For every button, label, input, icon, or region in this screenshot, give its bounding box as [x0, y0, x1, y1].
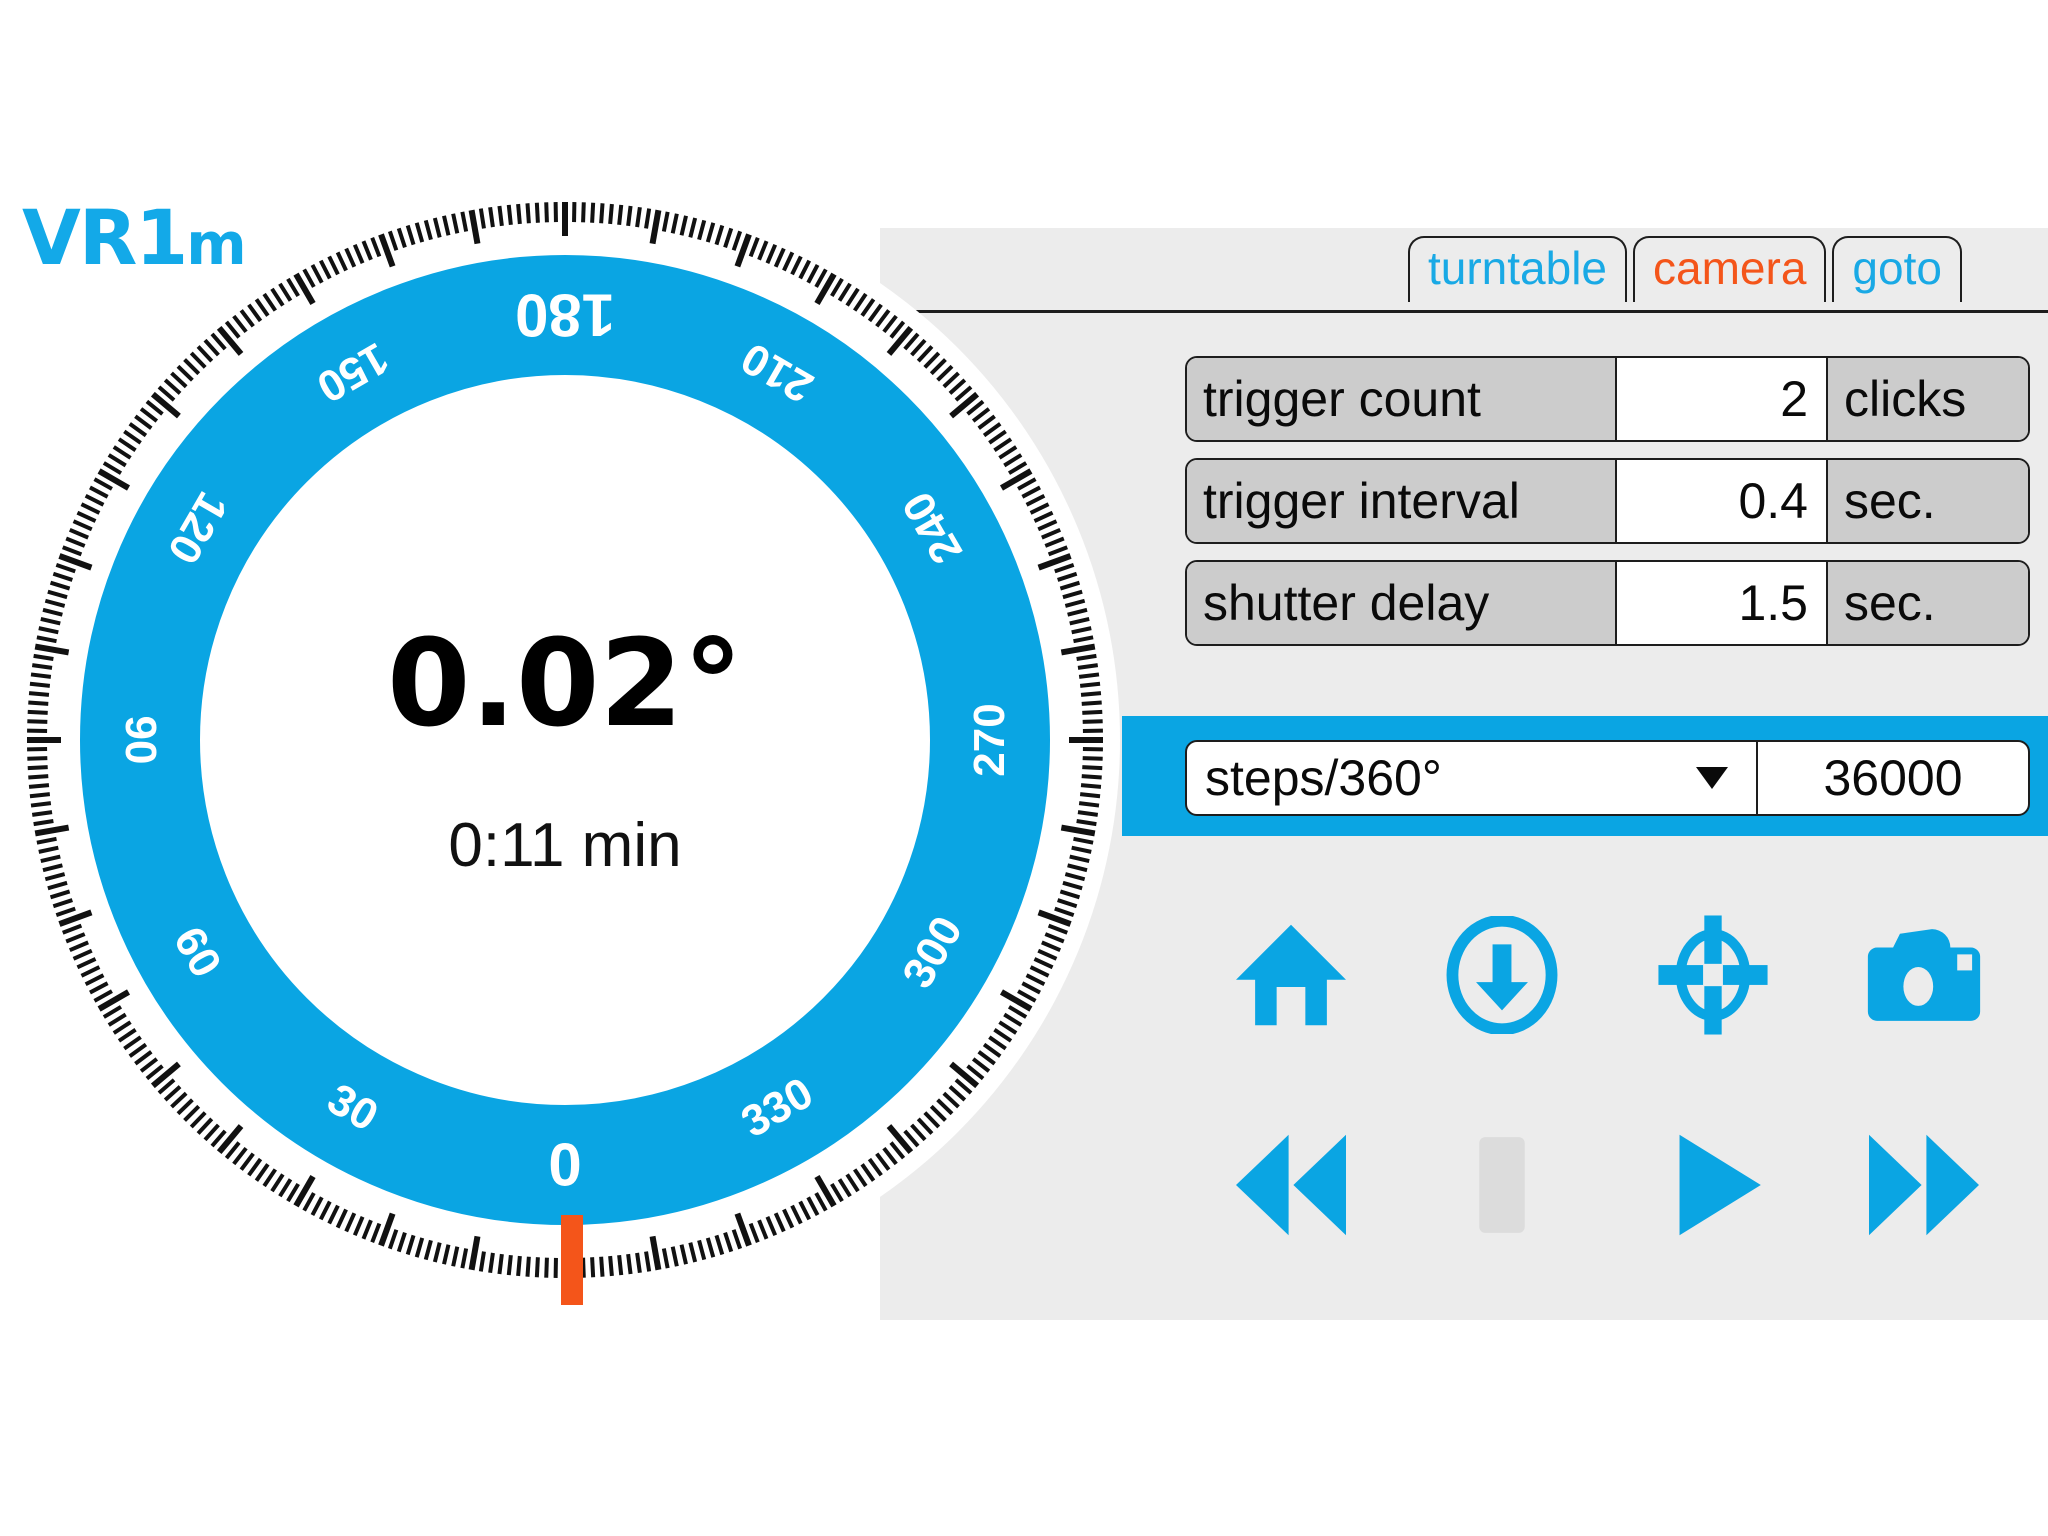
trigger-interval-label: trigger interval — [1187, 460, 1617, 542]
tab-bar: turntable camera goto — [1408, 236, 1962, 303]
camera-button[interactable] — [1819, 900, 2030, 1050]
tab-camera-label: camera — [1653, 242, 1807, 294]
dial-label-180: 180 — [514, 281, 616, 349]
dial-position-marker — [561, 1215, 583, 1305]
time-readout: 0:11 min — [448, 811, 682, 880]
rewind-icon — [1235, 1134, 1346, 1236]
transport-button-row — [1185, 1110, 2030, 1260]
play-button[interactable] — [1608, 1110, 1819, 1260]
play-icon — [1679, 1134, 1761, 1236]
tab-camera[interactable]: camera — [1633, 236, 1827, 303]
trigger-interval-unit: sec. — [1828, 460, 2028, 542]
download-icon — [1446, 916, 1558, 1034]
fast-forward-icon — [1869, 1134, 1980, 1236]
trigger-count-unit: clicks — [1828, 358, 2028, 440]
steps-dropdown[interactable]: steps/360° — [1187, 742, 1758, 814]
shutter-delay-label: shutter delay — [1187, 562, 1617, 644]
shutter-delay-unit: sec. — [1828, 562, 2028, 644]
stop-icon — [1479, 1137, 1525, 1233]
tab-turntable-label: turntable — [1428, 242, 1608, 294]
steps-value-input[interactable]: 36000 — [1758, 742, 2028, 814]
home-icon — [1235, 924, 1346, 1026]
steps-row: steps/360° 36000 — [1185, 740, 2030, 816]
download-button[interactable] — [1396, 900, 1607, 1050]
dial-label-0: 0 — [548, 1131, 582, 1199]
dial-label-90: 90 — [116, 715, 165, 765]
parameter-row-trigger-interval: trigger interval 0.4 sec. — [1185, 458, 2030, 544]
tab-goto[interactable]: goto — [1832, 236, 1962, 303]
stop-button[interactable] — [1396, 1110, 1607, 1260]
trigger-count-input[interactable]: 2 — [1617, 358, 1828, 440]
rewind-button[interactable] — [1185, 1110, 1396, 1260]
chevron-down-icon[interactable] — [1696, 767, 1728, 789]
action-button-row-primary — [1185, 900, 2030, 1050]
fast-forward-button[interactable] — [1819, 1110, 2030, 1260]
home-button[interactable] — [1185, 900, 1396, 1050]
angle-dial[interactable]: 0.02° 0:11 min 0 30 60 90 120 150 180 210 240 270… — [10, 185, 1120, 1305]
parameter-list: trigger count 2 clicks trigger interval … — [1185, 356, 2030, 662]
trigger-count-label: trigger count — [1187, 358, 1617, 440]
target-button[interactable] — [1608, 900, 1819, 1050]
target-icon — [1658, 915, 1768, 1035]
angle-readout: 0.02° — [386, 615, 744, 754]
dial-label-270: 270 — [965, 703, 1014, 777]
camera-icon — [1868, 929, 1981, 1021]
parameter-row-trigger-count: trigger count 2 clicks — [1185, 356, 2030, 442]
tab-turntable[interactable]: turntable — [1408, 236, 1628, 303]
parameter-row-shutter-delay: shutter delay 1.5 sec. — [1185, 560, 2030, 646]
trigger-interval-input[interactable]: 0.4 — [1617, 460, 1828, 542]
tab-goto-label: goto — [1852, 242, 1942, 294]
shutter-delay-input[interactable]: 1.5 — [1617, 562, 1828, 644]
steps-dropdown-label: steps/360° — [1205, 750, 1442, 806]
